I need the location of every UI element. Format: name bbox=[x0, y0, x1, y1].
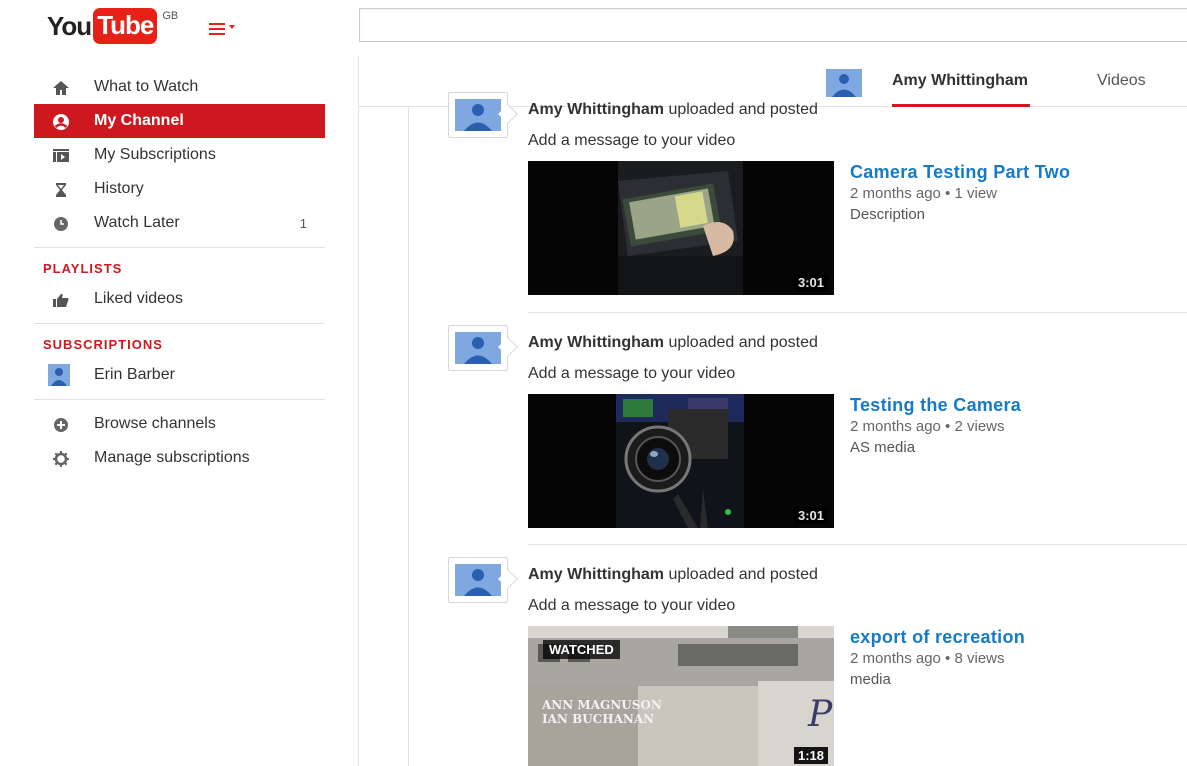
sidebar-divider bbox=[34, 323, 325, 324]
sidebar-divider bbox=[34, 247, 325, 248]
feed-divider bbox=[528, 544, 1187, 545]
video-description: media bbox=[850, 671, 891, 688]
feed-avatar[interactable] bbox=[448, 325, 518, 371]
logo-you-text: You bbox=[47, 11, 92, 41]
plus-circle-icon bbox=[54, 418, 68, 432]
sidebar-item-what-to-watch[interactable]: What to Watch bbox=[34, 70, 325, 104]
feed-action-text: uploaded and posted bbox=[664, 334, 818, 351]
gear-icon bbox=[53, 451, 69, 467]
user-avatar-icon bbox=[455, 99, 501, 131]
video-title[interactable]: export of recreation bbox=[850, 627, 1025, 648]
watched-badge: WATCHED bbox=[543, 640, 620, 659]
clock-icon bbox=[54, 217, 68, 231]
account-icon bbox=[53, 114, 69, 130]
video-description: AS media bbox=[850, 439, 916, 456]
hourglass-icon bbox=[56, 183, 66, 197]
guide-menu-button[interactable] bbox=[209, 18, 245, 38]
tab-channel-home[interactable]: Amy Whittingham bbox=[892, 72, 1030, 107]
subscriptions-icon bbox=[53, 149, 69, 162]
feed-avatar[interactable] bbox=[448, 92, 518, 138]
region-label: GB bbox=[162, 10, 179, 22]
video-meta: 2 months ago • 1 view bbox=[850, 185, 997, 202]
thumbnail-image bbox=[528, 394, 834, 528]
sidebar-item-liked-videos[interactable]: Liked videos bbox=[34, 282, 325, 316]
speech-notch bbox=[498, 337, 518, 357]
thumbs-up-icon bbox=[53, 293, 69, 307]
sidebar-item-label: Watch Later bbox=[94, 214, 180, 231]
sidebar-item-erin-barber[interactable]: Erin Barber bbox=[34, 358, 325, 392]
user-avatar-icon bbox=[48, 364, 70, 386]
thumbnail-image bbox=[528, 161, 834, 295]
sidebar-item-my-subscriptions[interactable]: My Subscriptions bbox=[34, 138, 325, 172]
sidebar-item-history[interactable]: History bbox=[34, 172, 325, 206]
channel-avatar[interactable] bbox=[826, 69, 862, 97]
caret-down-icon bbox=[229, 25, 235, 29]
feed-border bbox=[408, 107, 409, 766]
logo-tube-text: Tube bbox=[93, 8, 158, 44]
video-meta: 2 months ago • 2 views bbox=[850, 418, 1005, 435]
sidebar-item-label: Manage subscriptions bbox=[94, 449, 250, 466]
sidebar-item-my-channel[interactable]: My Channel bbox=[34, 104, 325, 138]
sidebar-item-watch-later[interactable]: Watch Later 1 bbox=[34, 206, 325, 240]
user-avatar-icon bbox=[455, 332, 501, 364]
feed-message: Add a message to your video bbox=[528, 132, 736, 149]
playlists-heading[interactable]: PLAYLISTS bbox=[34, 255, 325, 282]
feed-action-text: uploaded and posted bbox=[664, 566, 818, 583]
svg-text:P: P bbox=[807, 694, 833, 735]
video-thumbnail[interactable]: 3:01 bbox=[528, 161, 834, 295]
speech-notch bbox=[498, 569, 518, 589]
thumb-text-1: ANN MAGNUSON bbox=[541, 698, 662, 712]
hamburger-icon-bar bbox=[209, 33, 225, 35]
active-tab-underline bbox=[892, 104, 1030, 107]
sidebar-divider bbox=[34, 399, 325, 400]
hamburger-icon-bar bbox=[209, 28, 225, 30]
feed-author[interactable]: Amy Whittingham bbox=[528, 334, 664, 351]
youtube-logo[interactable]: You Tube GB bbox=[47, 8, 178, 44]
speech-notch bbox=[498, 104, 518, 124]
sidebar-item-label: History bbox=[94, 180, 144, 197]
tab-videos[interactable]: Videos bbox=[1097, 72, 1146, 90]
content-border bbox=[358, 56, 359, 766]
sidebar-item-label: Liked videos bbox=[94, 290, 183, 307]
sidebar-item-browse-channels[interactable]: Browse channels bbox=[34, 407, 325, 441]
sidebar-item-label: Erin Barber bbox=[94, 366, 175, 383]
video-meta: 2 months ago • 8 views bbox=[850, 650, 1005, 667]
sidebar-item-label: What to Watch bbox=[94, 78, 199, 95]
feed-message: Add a message to your video bbox=[528, 597, 736, 614]
feed-divider bbox=[528, 312, 1187, 313]
guide-sidebar: What to Watch My Channel My Subscription… bbox=[34, 70, 325, 475]
sidebar-item-label: My Channel bbox=[94, 112, 184, 129]
subscriptions-heading[interactable]: SUBSCRIPTIONS bbox=[34, 331, 325, 358]
video-duration: 3:01 bbox=[793, 507, 828, 524]
home-icon bbox=[53, 81, 69, 95]
feed-author[interactable]: Amy Whittingham bbox=[528, 566, 664, 583]
feed-avatar[interactable] bbox=[448, 557, 518, 603]
feed-action: Amy Whittingham uploaded and posted bbox=[528, 101, 818, 119]
video-description: Description bbox=[850, 206, 926, 223]
channel-name: Amy Whittingham bbox=[892, 72, 1028, 89]
video-duration: 1:18 bbox=[793, 747, 828, 764]
feed-action-text: uploaded and posted bbox=[664, 101, 818, 118]
search-input[interactable] bbox=[359, 8, 1187, 42]
sidebar-item-manage-subscriptions[interactable]: Manage subscriptions bbox=[34, 441, 325, 475]
video-title[interactable]: Testing the Camera bbox=[850, 395, 1021, 416]
hamburger-icon bbox=[209, 23, 225, 25]
feed-action: Amy Whittingham uploaded and posted bbox=[528, 566, 818, 584]
feed-action: Amy Whittingham uploaded and posted bbox=[528, 334, 818, 352]
sidebar-item-label: Browse channels bbox=[94, 415, 216, 432]
video-title[interactable]: Camera Testing Part Two bbox=[850, 162, 1070, 183]
video-duration: 3:01 bbox=[793, 274, 828, 291]
thumb-text-2: IAN BUCHANAN bbox=[542, 712, 654, 726]
watch-later-count: 1 bbox=[299, 215, 307, 231]
user-avatar-icon bbox=[455, 564, 501, 596]
video-thumbnail[interactable]: 3:01 bbox=[528, 394, 834, 528]
sidebar-item-label: My Subscriptions bbox=[94, 146, 216, 163]
feed-message: Add a message to your video bbox=[528, 365, 736, 382]
feed-author[interactable]: Amy Whittingham bbox=[528, 101, 664, 118]
video-thumbnail[interactable]: P ANN MAGNUSON IAN BUCHANAN WATCHED 1:18 bbox=[528, 626, 834, 766]
